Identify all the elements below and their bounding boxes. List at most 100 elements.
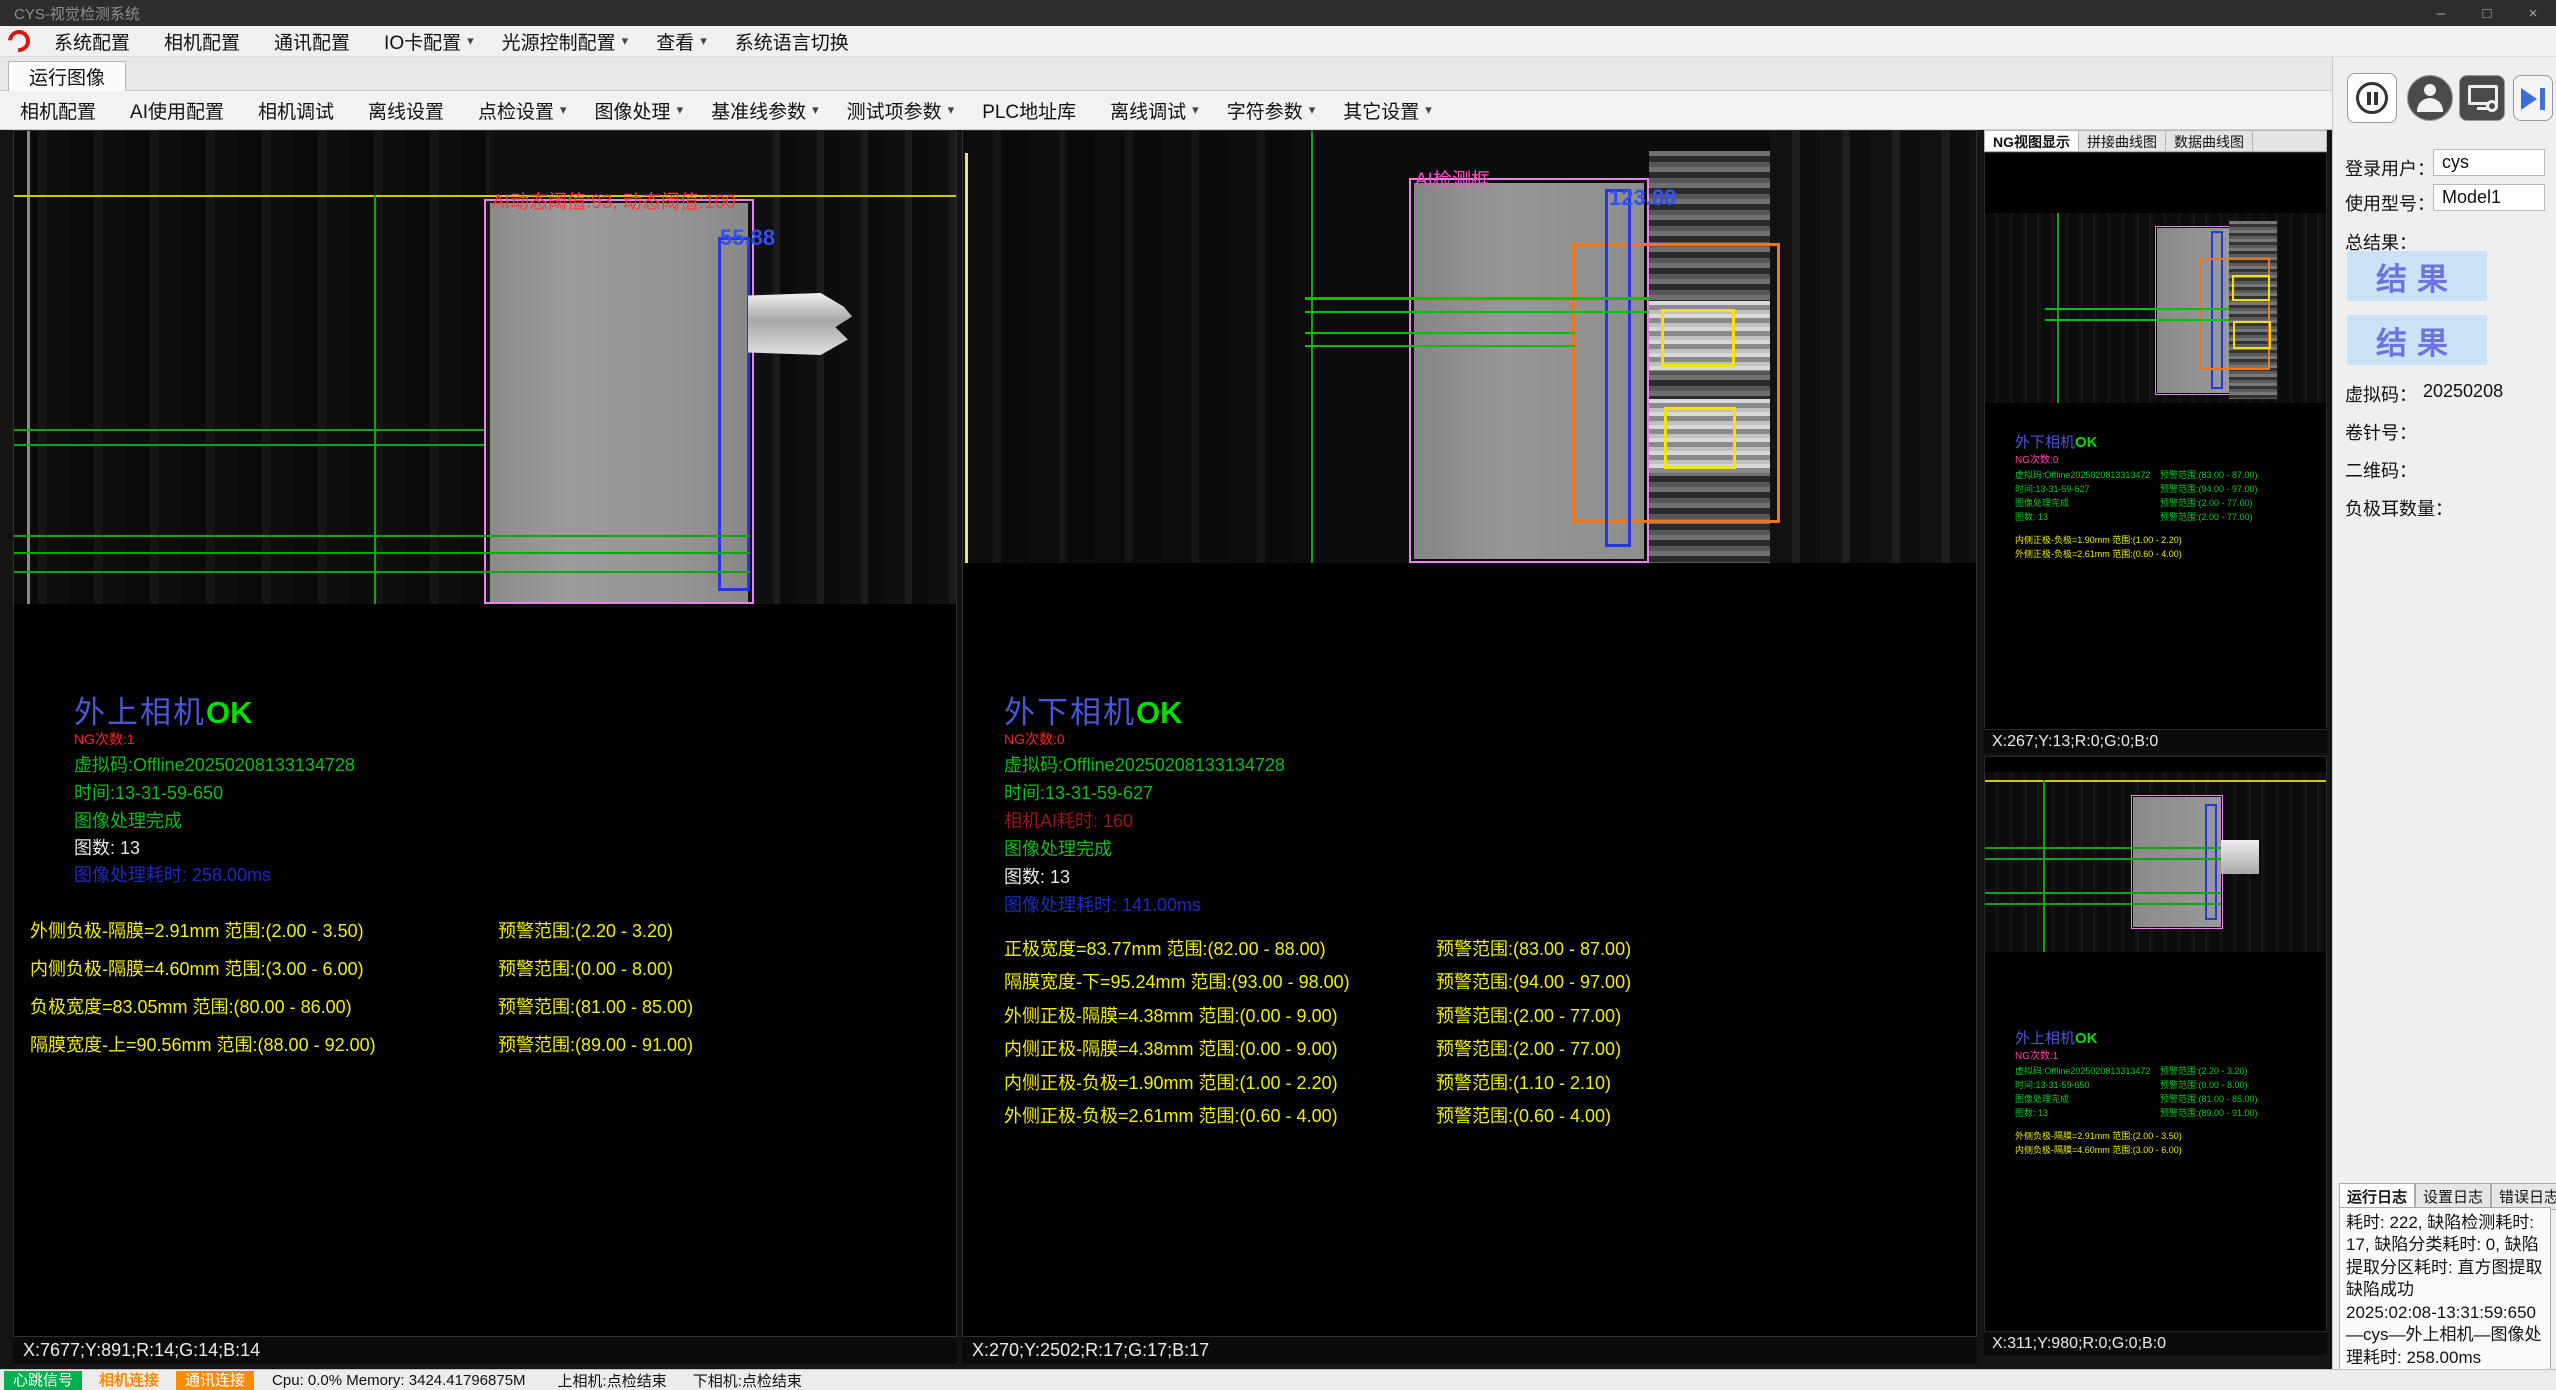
green-vertical-line: [374, 195, 376, 604]
chevron-down-icon: ▾: [948, 102, 955, 118]
green-measure-line: [14, 535, 750, 537]
heartbeat-status-badge: 心跳信号: [4, 1371, 82, 1390]
tab-error-log[interactable]: 错误日志: [2491, 1183, 2556, 1210]
chevron-down-icon: ▾: [622, 33, 629, 49]
green-measure-line: [14, 552, 750, 554]
camera-view-upper[interactable]: AI动态阈值:93, 动态阈值:100 55.88 外上相机OK NG次数:1 …: [13, 130, 957, 1337]
toolbar-item-other-settings[interactable]: 其它设置▾: [1329, 91, 1446, 129]
green-measure-line: [1305, 297, 1649, 300]
log-output[interactable]: 耗时: 222, 缺陷检测耗时: 17, 缺陷分类耗时: 0, 缺陷提取分区耗时…: [2339, 1207, 2551, 1390]
tab-row: 运行图像: [0, 57, 2556, 91]
thumb-range-column: 预警范围:(2.20 - 3.20) 预警范围:(0.00 - 8.00) 预警…: [2160, 1064, 2320, 1120]
ai-threshold-text: AI动态阈值:93, 动态阈值:100: [492, 187, 736, 214]
thumb-info-column: 虚拟码:Offline20250208133134728 时间:13-31-59…: [2015, 1064, 2150, 1120]
camera-view-lower[interactable]: AI检测框 123.88 外下相机OK NG次数:0 虚拟码:Offline20…: [962, 130, 1977, 1337]
user-button[interactable]: [2407, 75, 2453, 121]
detection-box-orange: [1572, 243, 1780, 523]
model-label: 使用型号：: [2345, 190, 2435, 216]
menu-item-system-config[interactable]: 系统配置: [40, 26, 150, 56]
chevron-down-icon: ▾: [812, 102, 819, 118]
menu-item-light-control-config[interactable]: 光源控制配置▾: [488, 26, 643, 56]
menu-item-comm-config[interactable]: 通讯配置: [260, 26, 370, 56]
user-icon: [2424, 84, 2436, 96]
green-measure-line: [14, 444, 484, 446]
measurement-row: 内侧负极-隔膜=4.60mm 范围:(3.00 - 6.00)预警范围:(0.0…: [14, 955, 956, 981]
measure-value-text: 55.88: [720, 225, 775, 251]
toolbar-item-spot-check-settings[interactable]: 点检设置▾: [464, 91, 581, 129]
status-bar: 心跳信号 相机连接 通讯连接 Cpu: 0.0% Memory: 3424.41…: [0, 1369, 2556, 1390]
tab-settings-log[interactable]: 设置日志: [2415, 1183, 2491, 1210]
tab-run-image[interactable]: 运行图像: [8, 61, 126, 91]
ai-time: 相机AI耗时: 160: [1004, 807, 1133, 833]
process-done: 图像处理完成: [74, 807, 182, 833]
green-measure-line: [1985, 892, 2221, 894]
monitor-settings-button[interactable]: [2459, 75, 2505, 121]
thumb-measure-lines: 外侧负极-隔膜=2.91mm 范围:(2.00 - 3.50) 内侧负极-隔膜=…: [2015, 1129, 2315, 1157]
green-measure-line: [1305, 345, 1575, 347]
toolbar-item-camera-config[interactable]: 相机配置: [6, 91, 116, 129]
tab-run-log[interactable]: 运行日志: [2339, 1183, 2415, 1210]
tab-splice-curve[interactable]: 拼接曲线图: [2079, 131, 2166, 151]
pause-button[interactable]: [2347, 73, 2397, 123]
thumb-info-column: 虚拟码:Offline20250208133134728 时间:13-31-59…: [2015, 468, 2150, 524]
log-entry: 耗时: 222, 缺陷检测耗时: 17, 缺陷分类耗时: 0, 缺陷提取分区耗时…: [2346, 1212, 2544, 1302]
metal-tab: [2221, 840, 2259, 874]
measurement-row: 外侧负极-隔膜=2.91mm 范围:(2.00 - 3.50)预警范围:(2.2…: [14, 917, 956, 943]
measure-box-blue: [718, 237, 750, 591]
toolbar-item-image-processing[interactable]: 图像处理▾: [581, 91, 698, 129]
comm-connect-status-badge: 通讯连接: [176, 1371, 254, 1390]
menu-item-language-switch[interactable]: 系统语言切换: [721, 26, 869, 56]
ai-box-label: AI检测框: [1415, 165, 1490, 192]
login-user-value[interactable]: cys: [2433, 149, 2545, 176]
menu-item-camera-config[interactable]: 相机配置: [150, 26, 260, 56]
close-button[interactable]: ×: [2510, 0, 2556, 26]
measurement-row: 负极宽度=83.05mm 范围:(80.00 - 86.00)预警范围:(81.…: [14, 993, 956, 1019]
ng-thumbnail-lower[interactable]: 外下相机OK NG次数:0 虚拟码:Offline202502081331347…: [1984, 152, 2327, 730]
ng-thumbnail-upper[interactable]: 外上相机OK NG次数:1 虚拟码:Offline202502081331347…: [1984, 756, 2327, 1332]
toolbar-item-ai-usage-config[interactable]: AI使用配置: [116, 91, 244, 129]
minimize-button[interactable]: –: [2418, 0, 2464, 26]
next-button[interactable]: [2513, 75, 2553, 121]
virtual-code-value: 20250208: [2423, 381, 2503, 402]
camera-upper-cursor-status: X:7677;Y:891;R:14;G:14;B:14: [13, 1337, 957, 1364]
thumb-camera-title: 外下相机OK: [2015, 431, 2098, 452]
toolbar-item-offline-debug[interactable]: 离线调试▾: [1096, 91, 1213, 129]
toolbar-item-test-item-params[interactable]: 测试项参数▾: [833, 91, 969, 129]
toolbar-item-plc-address-lib[interactable]: PLC地址库: [968, 91, 1096, 129]
tab-ng-view[interactable]: NG视图显示: [1985, 131, 2079, 151]
tab-data-curve[interactable]: 数据曲线图: [2166, 131, 2253, 151]
process-done: 图像处理完成: [1004, 835, 1112, 861]
camera-name: 外上相机: [74, 695, 206, 730]
green-vertical-line: [2057, 213, 2059, 403]
detection-box-magenta: [484, 199, 754, 604]
camera-lower-cursor-status: X:270;Y:2502;R:17;G:17;B:17: [962, 1337, 1977, 1364]
tab-detect-box-yellow: [2232, 275, 2270, 301]
maximize-button[interactable]: □: [2464, 0, 2510, 26]
green-measure-line: [2045, 319, 2229, 321]
toolbar-item-baseline-params[interactable]: 基准线参数▾: [697, 91, 833, 129]
measure-value-text: 123.88: [1609, 185, 1676, 211]
title-bar: CYS-视觉检测系统 – □ ×: [0, 0, 2556, 26]
green-measure-line: [1305, 311, 1649, 313]
machine-stripes: [14, 131, 490, 604]
green-measure-line: [14, 571, 750, 573]
menu-item-io-card-config[interactable]: IO卡配置▾: [370, 26, 488, 56]
toolbar-item-char-params[interactable]: 字符参数▾: [1213, 91, 1330, 129]
upper-camera-check-status: 上相机:点检结束: [558, 1370, 667, 1390]
chevron-down-icon: ▾: [1192, 102, 1199, 118]
green-vertical-line: [2043, 780, 2045, 952]
frame-count: 图数: 13: [74, 834, 140, 860]
result-badge-1: 结果: [2347, 251, 2487, 301]
toolbar-item-offline-settings[interactable]: 离线设置: [354, 91, 464, 129]
capture-time: 时间:13-31-59-650: [74, 779, 223, 805]
app-logo-icon: [4, 26, 35, 57]
toolbar-item-camera-debug[interactable]: 相机调试: [244, 91, 354, 129]
ng-view-sidebar: NG视图显示 拼接曲线图 数据曲线图 外下相机OK NG次数:0: [1984, 130, 2327, 1355]
tab-detect-box-yellow: [1664, 407, 1736, 469]
measurement-row: 外侧正极-负极=2.61mm 范围:(0.60 - 4.00)预警范围:(0.6…: [963, 1102, 1976, 1128]
window-controls: – □ ×: [2418, 0, 2556, 26]
menu-item-view[interactable]: 查看▾: [642, 26, 721, 56]
green-measure-line: [1985, 903, 2221, 905]
model-value[interactable]: Model1: [2433, 184, 2545, 211]
result-badge-2: 结果: [2347, 315, 2487, 365]
